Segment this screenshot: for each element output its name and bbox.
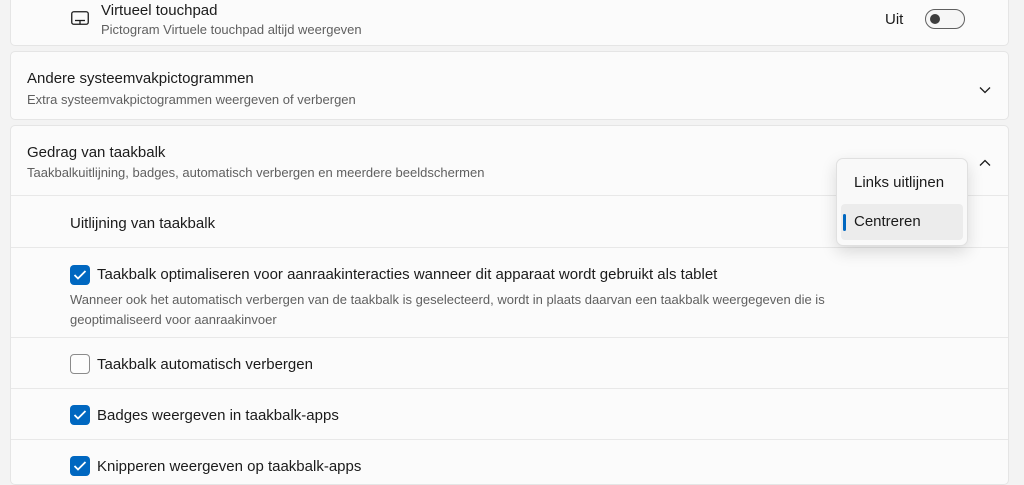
auto-hide-label[interactable]: Taakbalk automatisch verbergen: [97, 356, 313, 373]
separator: [11, 337, 1008, 338]
flashing-checkbox[interactable]: [70, 456, 90, 476]
tablet-optimize-description-line2: geoptimaliseerd voor aanraakinvoer: [70, 312, 277, 327]
flashing-label[interactable]: Knipperen weergeven op taakbalk-apps: [97, 458, 361, 475]
separator: [11, 247, 1008, 248]
touchpad-title: Virtueel touchpad: [101, 2, 218, 19]
badges-label[interactable]: Badges weergeven in taakbalk-apps: [97, 407, 339, 424]
touchpad-icon: [71, 11, 89, 25]
chevron-down-icon[interactable]: [978, 82, 992, 94]
touchpad-toggle-label: Uit: [885, 11, 904, 28]
separator: [11, 439, 1008, 440]
separator: [11, 388, 1008, 389]
option-label: Centreren: [854, 213, 921, 230]
touchpad-toggle[interactable]: [925, 9, 965, 29]
alignment-option-center[interactable]: Centreren: [841, 204, 963, 240]
auto-hide-checkbox[interactable]: [70, 354, 90, 374]
other-tray-icons-card[interactable]: Andere systeemvakpictogrammen Extra syst…: [10, 51, 1009, 120]
tablet-optimize-checkbox[interactable]: [70, 265, 90, 285]
badges-checkbox[interactable]: [70, 405, 90, 425]
touchpad-subtitle: Pictogram Virtuele touchpad altijd weerg…: [101, 22, 362, 37]
chevron-up-icon[interactable]: [978, 155, 992, 166]
selection-indicator: [843, 214, 846, 231]
tablet-optimize-label[interactable]: Taakbalk optimaliseren voor aanraakinter…: [97, 266, 717, 283]
alignment-label: Uitlijning van taakbalk: [70, 215, 216, 232]
behavior-title: Gedrag van taakbalk: [27, 144, 166, 161]
other-icons-subtitle: Extra systeemvakpictogrammen weergeven o…: [27, 92, 356, 107]
virtual-touchpad-card: Virtueel touchpad Pictogram Virtuele tou…: [10, 0, 1009, 46]
tablet-optimize-description-line1: Wanneer ook het automatisch verbergen va…: [70, 292, 825, 307]
other-icons-title: Andere systeemvakpictogrammen: [27, 70, 254, 87]
alignment-dropdown: Links uitlijnen Centreren: [836, 158, 968, 246]
option-label: Links uitlijnen: [854, 174, 945, 191]
toggle-knob: [930, 14, 940, 24]
alignment-option-left[interactable]: Links uitlijnen: [841, 165, 963, 201]
behavior-subtitle: Taakbalkuitlijning, badges, automatisch …: [27, 165, 485, 180]
